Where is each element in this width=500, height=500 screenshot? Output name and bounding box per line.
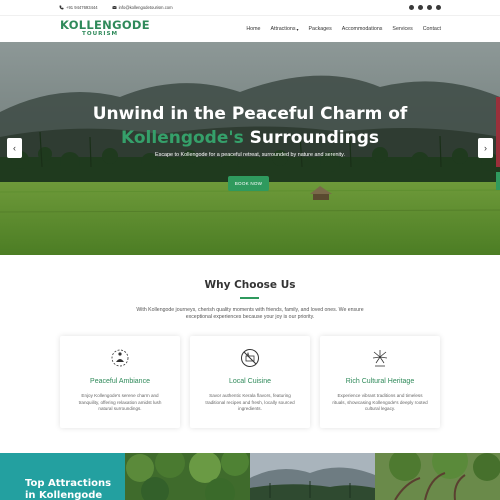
slider-prev-button[interactable]: ‹	[7, 138, 22, 158]
nav-accommodations-label: Accommodations	[341, 26, 383, 32]
email-contact[interactable]: info@kollengodetourism.com	[111, 5, 173, 10]
nav-home[interactable]: Home	[246, 26, 260, 32]
top-attractions-panel: Top Attractions in Kollengode	[0, 453, 125, 500]
instagram-icon[interactable]	[427, 5, 432, 10]
feature-card-title: Local Cuisine	[228, 378, 272, 385]
phone-contact[interactable]: +91 9447693444	[59, 5, 98, 10]
banyan-tree-image	[375, 453, 500, 500]
logo-main-text: KOLLENGODE	[60, 17, 150, 32]
nav-services-label: Services	[392, 26, 413, 32]
attraction-image[interactable]	[375, 453, 500, 500]
twitter-icon[interactable]	[418, 5, 423, 10]
linkedin-icon[interactable]	[436, 5, 441, 10]
hero-landscape-image	[0, 42, 500, 255]
feature-card-desc: Experience vibrant traditions and timele…	[332, 393, 428, 412]
page: +91 9447693444 info@kollengodetourism.co…	[0, 0, 500, 500]
main-nav: Home Attractions ▾ Packages Accommodation…	[246, 26, 441, 32]
why-choose-us-description: With Kollengode journeys, cherish qualit…	[136, 307, 364, 321]
facebook-icon[interactable]	[409, 5, 414, 10]
heading-underline	[240, 297, 259, 299]
chevron-down-icon: ▾	[296, 26, 299, 32]
why-choose-us-heading: Why Choose Us	[204, 279, 296, 291]
phone-number: +91 9447693444	[66, 5, 98, 10]
social-links	[409, 5, 441, 10]
chevron-right-icon: ›	[484, 143, 487, 153]
top-contact-bar: +91 9447693444 info@kollengodetourism.co…	[0, 0, 500, 15]
hero-subtitle: Escape to Kollengode for a peaceful retr…	[155, 152, 345, 158]
book-now-button[interactable]: BOOK NOW	[228, 176, 269, 191]
top-attractions-heading: Top Attractions in Kollengode	[25, 478, 111, 500]
feature-card-cultural-heritage: Rich Cultural Heritage Experience vibran…	[320, 336, 440, 428]
site-logo[interactable]: KOLLENGODE TOURISM	[60, 17, 150, 38]
nav-home-label: Home	[246, 26, 261, 32]
phone-icon	[59, 5, 64, 10]
feature-card-peaceful-ambiance: Peaceful Ambiance Enjoy Kollengode's ser…	[60, 336, 180, 428]
feature-card-desc: Savor authentic Kerala flavors, featurin…	[205, 393, 295, 412]
no-fast-food-icon	[241, 349, 259, 367]
nav-attractions-label: Attractions	[270, 26, 296, 32]
attraction-image[interactable]	[125, 453, 250, 500]
feature-card-local-cuisine: Local Cuisine Savor authentic Kerala fla…	[190, 336, 310, 428]
chevron-left-icon: ‹	[13, 143, 16, 153]
nav-packages[interactable]: Packages	[309, 26, 332, 32]
nav-services[interactable]: Services	[392, 26, 412, 32]
feature-card-title: Rich Cultural Heritage	[345, 378, 415, 385]
logo-sub-text: TOURISM	[82, 31, 119, 38]
nav-contact-label: Contact	[422, 26, 441, 32]
site-header: KOLLENGODE TOURISM Home Attractions ▾ Pac…	[0, 15, 500, 42]
slider-next-button[interactable]: ›	[478, 138, 493, 158]
nav-attractions[interactable]: Attractions ▾	[270, 26, 298, 32]
nav-packages-label: Packages	[308, 26, 332, 32]
hero-slider: Unwind in the Peaceful Charm of Kollengo…	[0, 42, 500, 255]
hero-title-line2: Kollengode's Surroundings	[0, 128, 500, 148]
feature-card-desc: Enjoy Kollengode's serene charm and tran…	[78, 393, 162, 412]
mountain-image	[250, 453, 375, 500]
feature-card-title: Peaceful Ambiance	[90, 378, 150, 385]
hero-title-rest: Surroundings	[243, 128, 380, 148]
nav-contact[interactable]: Contact	[423, 26, 441, 32]
envelope-icon	[111, 5, 117, 9]
meditation-icon	[111, 349, 129, 367]
fireworks-icon	[372, 350, 388, 367]
contact-info: +91 9447693444 info@kollengodetourism.co…	[59, 5, 173, 10]
top-attractions-heading-line1: Top Attractions	[25, 478, 112, 489]
top-attractions-heading-line2: in Kollengode	[25, 489, 103, 500]
nav-accommodations[interactable]: Accommodations	[342, 26, 383, 32]
hero-title-accent: Kollengode's	[120, 128, 244, 148]
hero-title-line1: Unwind in the Peaceful Charm of	[92, 104, 408, 124]
forest-image	[125, 453, 250, 500]
email-address: info@kollengodetourism.com	[118, 5, 173, 10]
attraction-image[interactable]	[250, 453, 375, 500]
